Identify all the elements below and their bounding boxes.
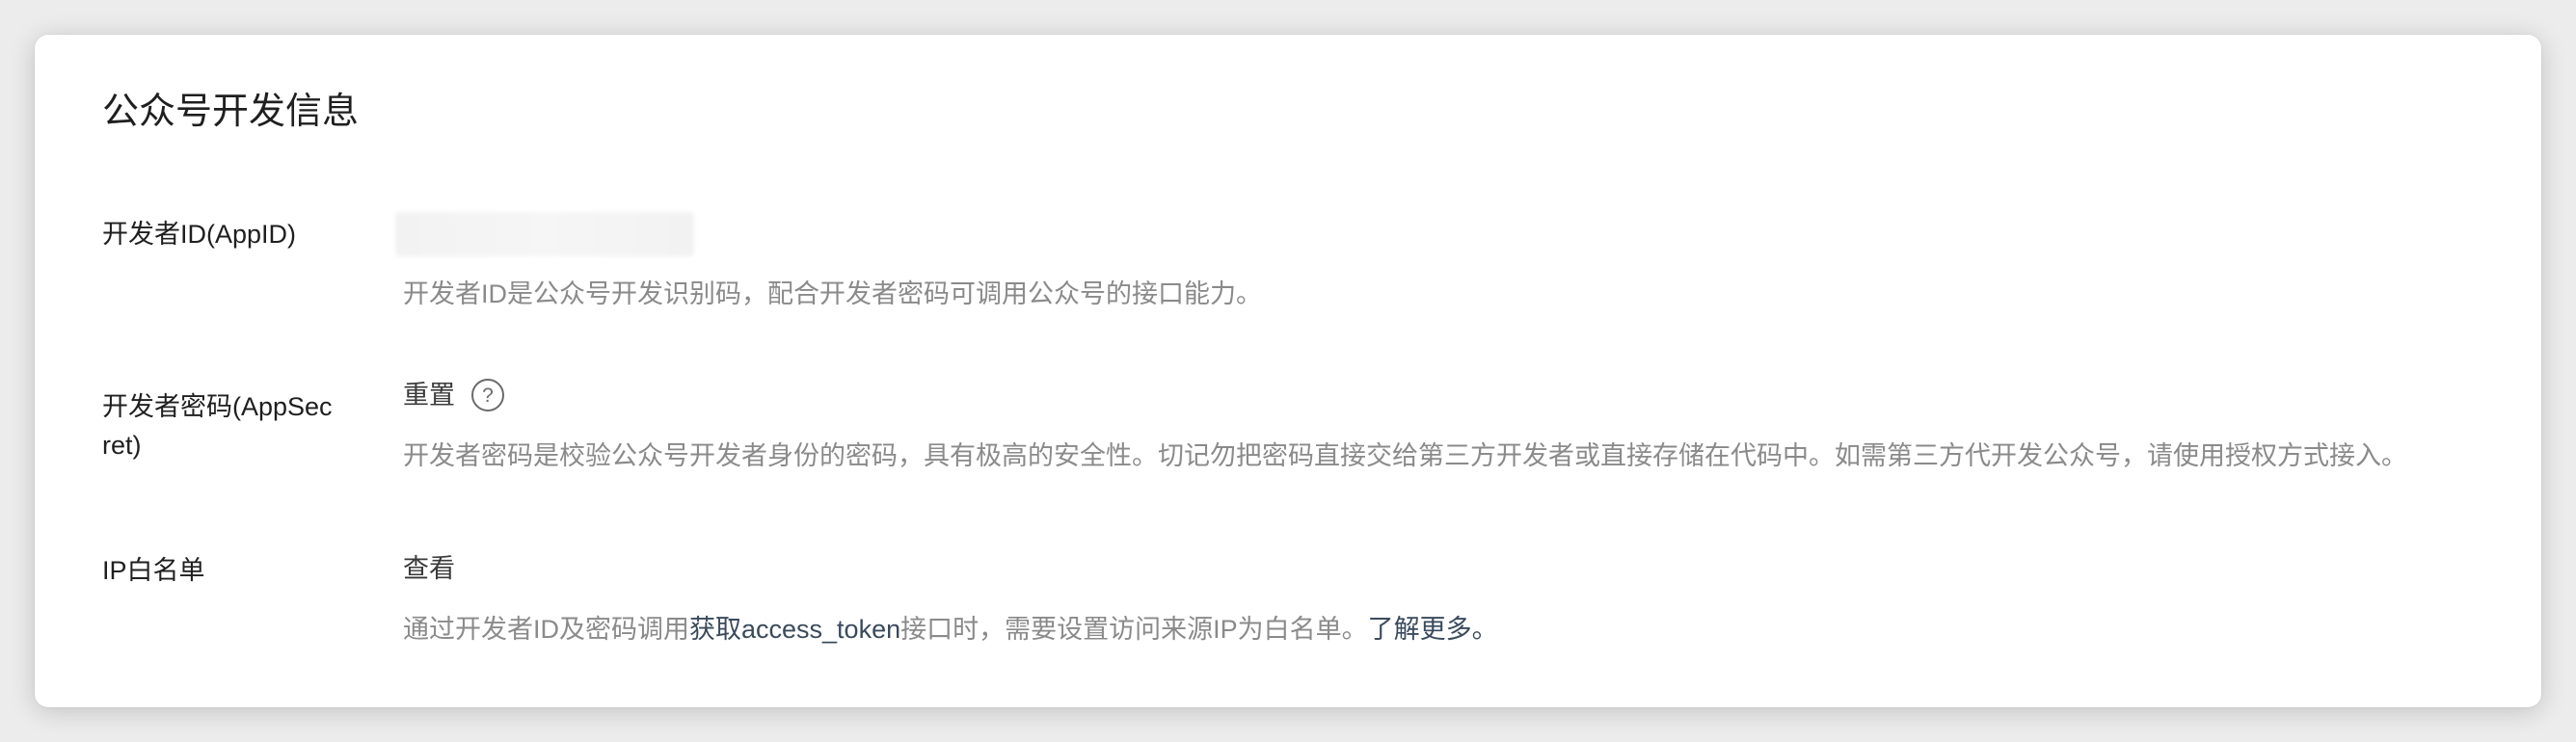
svg-text:?: ? (482, 384, 494, 407)
appsecret-label-line2: ret) (102, 431, 142, 460)
question-circle-icon[interactable]: ? (470, 378, 505, 412)
learn-more-link[interactable]: 了解更多。 (1368, 615, 1498, 644)
appid-label: 开发者ID(AppID) (102, 220, 297, 249)
appsecret-description: 开发者密码是校验公众号开发者身份的密码，具有极高的安全性。切记勿把密码直接交给第… (403, 441, 2407, 470)
ip-whitelist-label: IP白名单 (102, 556, 205, 585)
appsecret-label: 开发者密码(AppSec ret) (102, 387, 333, 464)
appid-value-masked (395, 212, 694, 256)
access-token-link[interactable]: 获取access_token (689, 615, 900, 644)
ip-whitelist-description-middle: 接口时，需要设置访问来源IP为白名单。 (900, 615, 1368, 644)
appsecret-label-line1: 开发者密码(AppSec (102, 392, 333, 421)
reset-secret-button[interactable]: 重置 (403, 376, 455, 414)
view-ip-whitelist-button[interactable]: 查看 (403, 549, 455, 588)
appid-description: 开发者ID是公众号开发识别码，配合开发者密码可调用公众号的接口能力。 (403, 279, 1262, 308)
panel-title: 公众号开发信息 (102, 92, 360, 132)
ip-whitelist-description: 通过开发者ID及密码调用获取access_token接口时，需要设置访问来源IP… (403, 610, 1498, 649)
ip-whitelist-description-prefix: 通过开发者ID及密码调用 (403, 615, 689, 644)
developer-info-panel: 公众号开发信息 开发者ID(AppID) 开发者ID是公众号开发识别码，配合开发… (35, 35, 2541, 707)
